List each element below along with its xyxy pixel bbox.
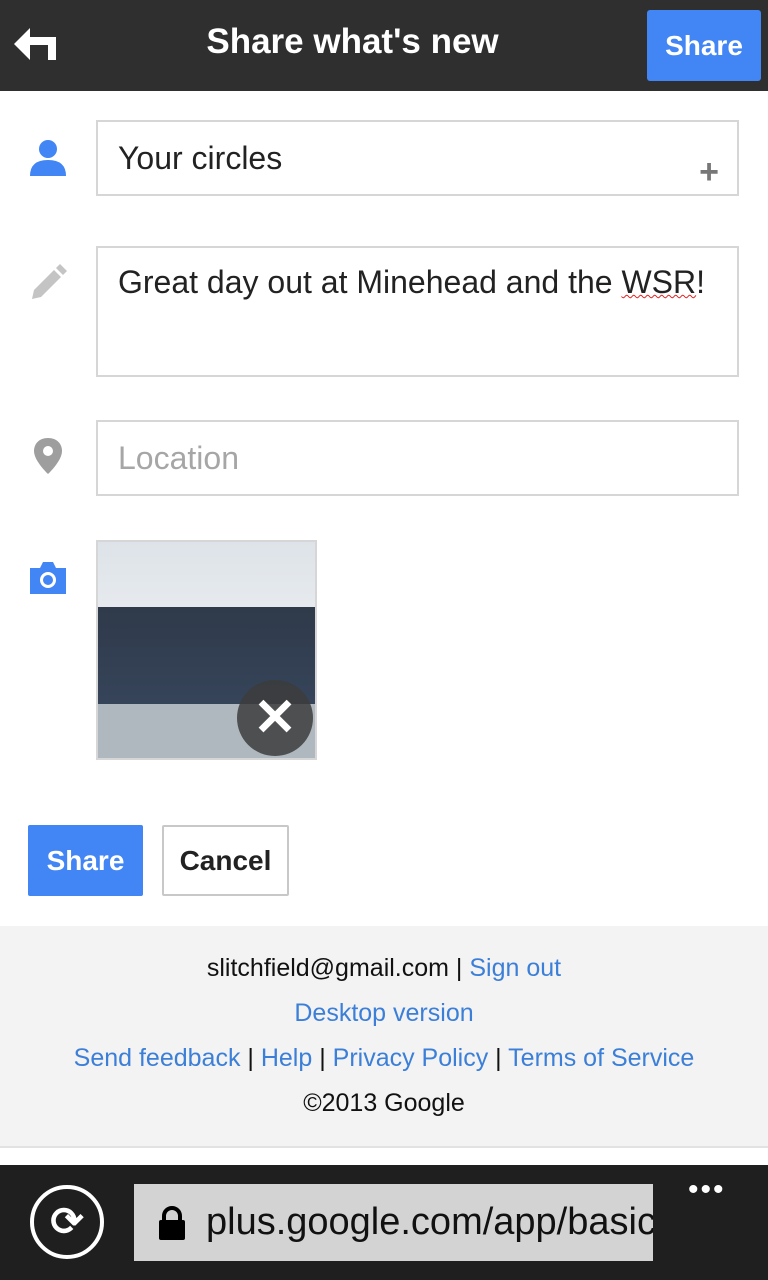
share-button[interactable]: Share — [28, 825, 143, 896]
help-link[interactable]: Help — [261, 1044, 312, 1072]
privacy-policy-link[interactable]: Privacy Policy — [333, 1044, 489, 1072]
misspelled-word: WSR — [621, 264, 697, 300]
add-circle-icon[interactable]: + — [699, 136, 719, 208]
separator: | — [240, 1044, 261, 1072]
terms-link[interactable]: Terms of Service — [508, 1044, 694, 1072]
sign-out-link[interactable]: Sign out — [469, 954, 561, 982]
attached-photo: ✕ — [96, 540, 317, 760]
header-share-button[interactable]: Share — [647, 10, 761, 81]
app-header: Share what's new Share — [0, 0, 768, 91]
remove-photo-icon[interactable]: ✕ — [237, 680, 313, 756]
url-text: plus.google.com/app/basic — [206, 1201, 653, 1243]
message-text: Great day out at Minehead and the — [118, 264, 622, 300]
pencil-icon — [32, 264, 67, 299]
page-title: Share what's new — [206, 22, 499, 61]
location-pin-icon — [34, 438, 62, 474]
address-bar[interactable]: plus.google.com/app/basic — [134, 1184, 653, 1261]
send-feedback-link[interactable]: Send feedback — [74, 1044, 241, 1072]
refresh-icon[interactable]: ⟳ — [30, 1185, 104, 1259]
camera-icon[interactable] — [28, 558, 68, 598]
separator: | — [448, 954, 470, 982]
cancel-button[interactable]: Cancel — [162, 825, 289, 896]
more-menu-icon[interactable]: ••• — [688, 1173, 726, 1207]
person-icon — [30, 140, 66, 176]
circles-label: Your circles — [118, 140, 283, 176]
location-input[interactable]: Location — [96, 420, 739, 496]
separator: | — [488, 1044, 509, 1072]
message-textarea[interactable]: Great day out at Minehead and the WSR! — [96, 246, 739, 377]
message-text-end: ! — [696, 264, 705, 300]
desktop-version-link[interactable]: Desktop version — [294, 999, 473, 1027]
browser-bar: ⟳ plus.google.com/app/basic ••• — [0, 1165, 768, 1280]
separator: | — [312, 1044, 333, 1072]
circles-field[interactable]: Your circles + — [96, 120, 739, 196]
footer: slitchfield@gmail.com | Sign out Desktop… — [0, 926, 768, 1148]
account-email: slitchfield@gmail.com — [206, 954, 449, 982]
copyright: ©2013 Google — [303, 1089, 465, 1117]
lock-icon — [159, 1206, 185, 1240]
